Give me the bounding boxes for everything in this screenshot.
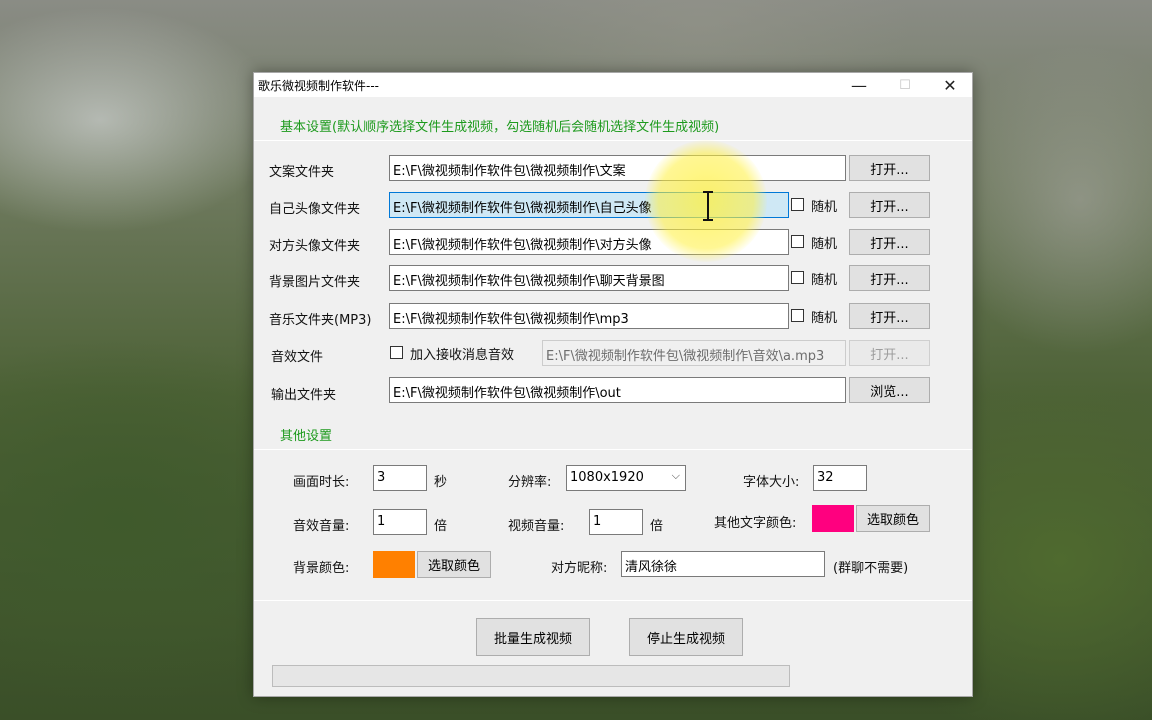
bg-color-label: 背景颜色: bbox=[293, 561, 350, 576]
music-folder-input[interactable]: E:\F\微视频制作软件包\微视频制作\mp3 bbox=[389, 303, 789, 329]
sfx-volume-label: 音效音量: bbox=[293, 519, 350, 534]
copy-folder-open-button[interactable]: 打开... bbox=[849, 155, 930, 181]
bg-color-button[interactable]: 选取颜色 bbox=[417, 551, 491, 578]
sound-effect-checkbox-label[interactable]: 加入接收消息音效 bbox=[410, 344, 514, 363]
sound-effect-label: 音效文件 bbox=[271, 350, 324, 365]
sfx-volume-input[interactable]: 1 bbox=[373, 509, 427, 535]
peer-avatar-folder-label: 对方头像文件夹 bbox=[269, 239, 361, 254]
self-avatar-folder-value: E:\F\微视频制作软件包\微视频制作\自己头像 bbox=[393, 201, 652, 216]
bg-color-swatch bbox=[373, 551, 415, 578]
window-title: 歌乐微视频制作软件--- bbox=[258, 79, 379, 93]
self-avatar-folder-label: 自己头像文件夹 bbox=[269, 202, 361, 217]
other-settings-heading: 其他设置 bbox=[280, 429, 333, 444]
resolution-label: 分辨率: bbox=[508, 475, 552, 490]
app-window: 歌乐微视频制作软件--- — ☐ ✕ 基本设置(默认顺序选择文件生成视频，勾选随… bbox=[253, 72, 973, 697]
background-folder-label: 背景图片文件夹 bbox=[269, 275, 361, 290]
separator bbox=[254, 140, 972, 141]
desktop-background: { "window": { "title": "歌乐微视频制作软件---", "… bbox=[0, 0, 1152, 720]
sound-effect-input: E:\F\微视频制作软件包\微视频制作\音效\a.mp3 bbox=[542, 340, 846, 366]
output-browse-button[interactable]: 浏览... bbox=[849, 377, 930, 403]
self-avatar-open-button[interactable]: 打开... bbox=[849, 192, 930, 218]
sound-effect-checkbox[interactable] bbox=[390, 346, 403, 359]
output-folder-label: 输出文件夹 bbox=[271, 388, 337, 403]
font-size-input[interactable]: 32 bbox=[813, 465, 867, 491]
stop-generate-button[interactable]: 停止生成视频 bbox=[629, 618, 743, 656]
sfx-volume-unit: 倍 bbox=[434, 519, 448, 534]
duration-input[interactable]: 3 bbox=[373, 465, 427, 491]
resolution-select[interactable]: 1080x1920 ⌵ bbox=[566, 465, 686, 491]
nickname-input[interactable]: 清风徐徐 bbox=[621, 551, 825, 577]
music-open-button[interactable]: 打开... bbox=[849, 303, 930, 329]
sound-effect-open-button: 打开... bbox=[849, 340, 930, 366]
background-folder-input[interactable]: E:\F\微视频制作软件包\微视频制作\聊天背景图 bbox=[389, 265, 789, 291]
background-open-button[interactable]: 打开... bbox=[849, 265, 930, 291]
close-button[interactable]: ✕ bbox=[927, 73, 973, 97]
video-volume-unit: 倍 bbox=[650, 519, 664, 534]
chevron-down-icon: ⌵ bbox=[671, 469, 680, 482]
background-random-checkbox[interactable] bbox=[791, 271, 804, 284]
duration-unit: 秒 bbox=[434, 475, 448, 490]
peer-avatar-open-button[interactable]: 打开... bbox=[849, 229, 930, 255]
self-avatar-random-label[interactable]: 随机 bbox=[811, 196, 837, 215]
other-text-color-button[interactable]: 选取颜色 bbox=[856, 505, 930, 532]
peer-avatar-random-checkbox[interactable] bbox=[791, 235, 804, 248]
nickname-note: (群聊不需要) bbox=[833, 561, 909, 576]
resolution-value: 1080x1920 bbox=[570, 470, 644, 485]
music-random-label[interactable]: 随机 bbox=[811, 307, 837, 326]
other-text-color-swatch bbox=[812, 505, 854, 532]
video-volume-input[interactable]: 1 bbox=[589, 509, 643, 535]
title-bar[interactable]: 歌乐微视频制作软件--- — ☐ ✕ bbox=[254, 73, 972, 97]
separator bbox=[254, 600, 972, 601]
video-volume-label: 视频音量: bbox=[508, 519, 565, 534]
self-avatar-folder-input[interactable]: E:\F\微视频制作软件包\微视频制作\自己头像 bbox=[389, 192, 789, 218]
background-random-label[interactable]: 随机 bbox=[811, 269, 837, 288]
basic-settings-heading: 基本设置(默认顺序选择文件生成视频，勾选随机后会随机选择文件生成视频) bbox=[280, 120, 720, 135]
peer-avatar-random-label[interactable]: 随机 bbox=[811, 233, 837, 252]
font-size-label: 字体大小: bbox=[743, 475, 800, 490]
other-text-color-label: 其他文字颜色: bbox=[714, 516, 797, 531]
progress-bar bbox=[272, 665, 790, 687]
duration-label: 画面时长: bbox=[293, 475, 350, 490]
music-folder-label: 音乐文件夹(MP3) bbox=[269, 313, 372, 328]
minimize-button[interactable]: — bbox=[836, 73, 882, 97]
copy-folder-input[interactable]: E:\F\微视频制作软件包\微视频制作\文案 bbox=[389, 155, 846, 181]
maximize-button: ☐ bbox=[899, 77, 911, 93]
music-random-checkbox[interactable] bbox=[791, 309, 804, 322]
output-folder-input[interactable]: E:\F\微视频制作软件包\微视频制作\out bbox=[389, 377, 846, 403]
nickname-label: 对方昵称: bbox=[551, 561, 608, 576]
batch-generate-button[interactable]: 批量生成视频 bbox=[476, 618, 590, 656]
peer-avatar-folder-input[interactable]: E:\F\微视频制作软件包\微视频制作\对方头像 bbox=[389, 229, 789, 255]
copy-folder-label: 文案文件夹 bbox=[269, 165, 335, 180]
self-avatar-random-checkbox[interactable] bbox=[791, 198, 804, 211]
separator bbox=[254, 449, 972, 450]
